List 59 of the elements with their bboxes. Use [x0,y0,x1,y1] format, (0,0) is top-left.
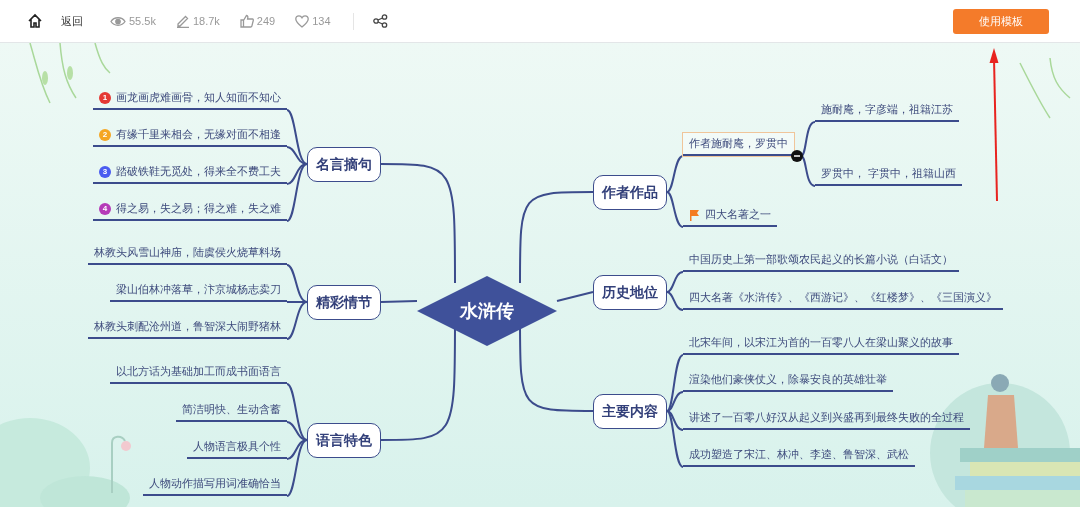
topic-text[interactable]: 梁山伯林冲落草，汴京城杨志卖刀 [110,279,287,302]
stat-count: 249 [256,13,276,29]
root-topic[interactable]: 水浒传 [417,276,557,346]
collapse-icon[interactable] [791,150,803,162]
number-marker: 4 [99,202,111,215]
topic-text[interactable]: 四大名著之一 [683,204,777,227]
thumbs-up-icon [239,14,254,28]
connector-line [666,191,684,228]
connector-line [380,300,418,303]
topic-text[interactable]: 4 得之易，失之易；得之难，失之难 [93,198,287,221]
topic-text[interactable]: 罗贯中， 字贯中，祖籍山西 [815,163,963,186]
topic-label: 有缘千里来相会，无缘对面不相逢 [116,127,281,143]
topic-text[interactable]: 以北方话为基础加工而成书面语言 [110,361,287,384]
topic-text[interactable]: 3 踏破铁鞋无觅处，得来全不费工夫 [93,161,287,184]
number-marker: 1 [99,91,111,104]
topic-node[interactable]: 作者作品 [593,175,667,210]
topic-node[interactable]: 精彩情节 [307,285,381,320]
topic-text[interactable]: 中国历史上第一部歌颂农民起义的长篇小说（白话文） [683,249,959,272]
connector-line [800,121,816,157]
connector-line [800,155,816,187]
topic-text[interactable]: 2 有缘千里来相会，无缘对面不相逢 [93,124,287,147]
topic-text[interactable]: 林教头刺配沧州道，鲁智深大闹野猪林 [88,316,287,339]
back-link[interactable]: 返回 [61,12,83,30]
number-marker: 2 [99,128,111,141]
topic-text[interactable]: 人物语言极具个性 [187,436,287,459]
topic-text[interactable]: 北宋年间，以宋江为首的一百零八人在梁山聚义的故事 [683,332,959,355]
topic-node[interactable]: 名言摘句 [307,147,381,182]
stat-count: 55.5k [129,13,156,29]
stat-count: 18.7k [192,13,220,29]
topic-text[interactable]: 林教头风雪山神庙，陆虞侯火烧草料场 [88,242,287,265]
topic-text[interactable]: 渲染他们豪侠仗义，除暴安良的英雄壮举 [683,369,893,392]
topic-node[interactable]: 主要内容 [593,394,667,429]
stat-count: 134 [312,13,331,29]
heart-icon [295,14,310,28]
connector-line [666,155,684,193]
topic-text[interactable]: 成功塑造了宋江、林冲、李逵、鲁智深、武松 [683,444,915,467]
topic-node[interactable]: 语言特色 [307,423,381,458]
topic-label: 画龙画虎难画骨，知人知面不知心 [116,90,281,106]
topic-text[interactable]: 作者施耐庵，罗贯中 [683,133,794,156]
topic-label: 踏破铁鞋无觅处，得来全不费工夫 [116,164,281,180]
connector-line [666,271,684,293]
topic-text[interactable]: 简洁明快、生动含蓄 [176,399,287,422]
topic-text[interactable]: 1 画龙画虎难画骨，知人知面不知心 [93,87,287,110]
connector-line [556,291,594,302]
pencil-icon [175,14,190,28]
willow-drawing [1019,57,1071,119]
topic-label: 四大名著之一 [705,207,771,223]
topic-text[interactable]: 人物动作描写用词准确恰当 [143,473,287,496]
topic-node[interactable]: 历史地位 [593,275,667,310]
eye-icon [110,15,126,27]
topic-text[interactable]: 四大名著《水浒传》、《西游记》、《红楼梦》、《三国演义》 [683,287,1003,310]
connector-line [666,291,684,311]
topic-text[interactable]: 讲述了一百零八好汉从起义到兴盛再到最终失败的全过程 [683,407,970,430]
home-icon[interactable] [27,13,43,29]
topic-label: 得之易，失之易；得之难，失之难 [116,201,281,217]
topic-text[interactable]: 施耐庵，字彦端，祖籍江苏 [815,99,959,122]
flag-icon [689,208,700,221]
number-marker: 3 [99,165,111,178]
share-icon[interactable] [372,14,388,28]
